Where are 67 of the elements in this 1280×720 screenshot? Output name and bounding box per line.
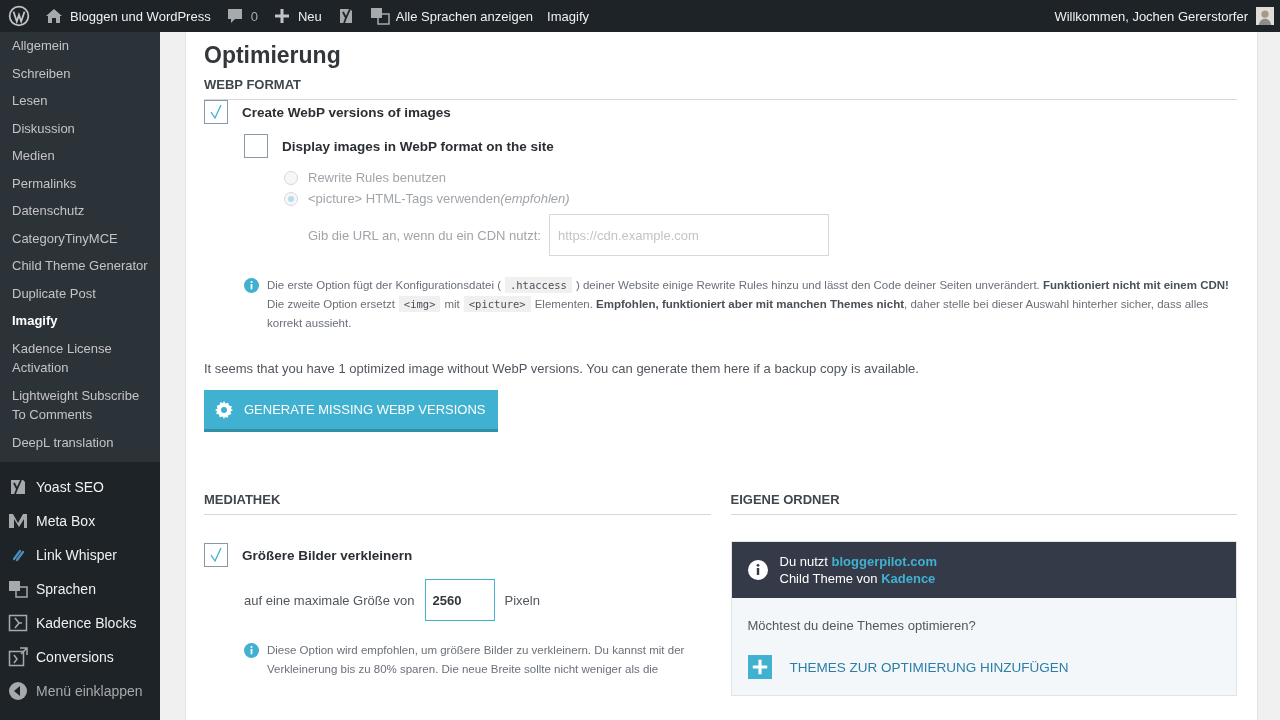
avatar-icon[interactable] xyxy=(1256,7,1274,25)
conversions-icon xyxy=(8,647,28,667)
comments-link[interactable]: 0 xyxy=(224,6,258,26)
page-title: Optimierung xyxy=(204,42,342,69)
question-text: Möchtest du deine Themes optimieren? xyxy=(747,618,977,633)
submenu-item[interactable]: Schreiben xyxy=(0,59,160,87)
collapse-icon xyxy=(8,681,28,701)
section-heading: WEBP FORMAT xyxy=(204,77,1237,100)
translate-icon xyxy=(369,6,390,26)
new-link[interactable]: Neu xyxy=(271,6,322,26)
submenu-item[interactable]: Allgemein xyxy=(0,32,160,60)
info-icon xyxy=(244,278,259,293)
submenu-item[interactable]: DeepL translation xyxy=(0,428,160,456)
yoast-icon xyxy=(8,477,28,497)
theme-info-text: Du nutzt bloggerpilot.com xyxy=(779,554,937,569)
checkbox-label: Create WebP versions of images xyxy=(242,104,451,120)
menu-item[interactable]: Conversions xyxy=(0,640,160,674)
submenu-item[interactable]: Kadence License Activation xyxy=(0,334,160,382)
languages-link[interactable]: Alle Sprachen anzeigen xyxy=(369,6,534,26)
submenu-item[interactable]: Duplicate Post xyxy=(0,279,160,307)
section-heading: MEDIATHEK xyxy=(204,492,711,515)
settings-icon xyxy=(214,399,234,420)
field-label: Gib die URL an, wenn du ein CDN nutzt: xyxy=(308,227,541,243)
submenu-item[interactable]: Datenschutz xyxy=(0,197,160,225)
checkbox[interactable] xyxy=(244,134,268,158)
info-message: It seems that you have 1 optimized image without WebP versions. You can generate them here if a backup copy is available. xyxy=(204,361,920,376)
checkbox[interactable] xyxy=(204,543,228,567)
home-icon xyxy=(44,6,64,26)
submenu-item[interactable]: Permalinks xyxy=(0,169,160,197)
note-text: Diese Option wird empfohlen, um größere Bilder zu verkleinern. Du kannst mit der Verkleinerung bis zu 80% sparen. Die neue Breite sollte nicht weniger als die xyxy=(267,643,686,677)
field-label: auf eine maximale Größe von xyxy=(244,592,415,608)
radio-label: <picture> HTML-Tags verwenden(empfohlen) xyxy=(308,191,570,206)
submenu-item[interactable]: Lightweight Subscribe To Comments xyxy=(0,381,160,429)
checkbox-label: Display images in WebP format on the site xyxy=(282,138,554,154)
theme-info-text: Child Theme von Kadence xyxy=(779,571,937,586)
wordpress-logo-icon[interactable] xyxy=(8,5,30,27)
submenu-item[interactable]: Medien xyxy=(0,142,160,170)
site-name-link[interactable]: Bloggen und WordPress xyxy=(44,6,211,26)
section-heading: EIGENE ORDNER xyxy=(730,492,1237,515)
submenu-item[interactable]: CategoryTinyMCE xyxy=(0,224,160,252)
menu-item[interactable]: Menü einklappen xyxy=(0,674,160,708)
info-icon xyxy=(244,643,259,658)
submenu-item[interactable]: Lesen xyxy=(0,87,160,115)
radio-label: Rewrite Rules benutzen xyxy=(308,170,447,185)
plus-icon xyxy=(747,655,772,679)
submenu-item[interactable]: Imagify xyxy=(0,307,160,335)
checkbox-label: Größere Bilder verkleinern xyxy=(242,547,413,563)
checkbox[interactable] xyxy=(204,100,228,124)
info-icon xyxy=(747,560,768,580)
note-text: Die zweite Option ersetzt <img> mit <picture> Elementen. Empfohlen, funktioniert aber mit manchen Themes nicht, daher stelle bei dieser Auswahl hinterher sicher, dass alles korrekt aussieht. xyxy=(267,295,1210,331)
menu-item[interactable]: Yoast SEO xyxy=(0,470,160,504)
submenu-item[interactable]: Child Theme Generator xyxy=(0,252,160,280)
max-size-field[interactable]: 2560 xyxy=(424,579,495,621)
submenu-item[interactable]: Diskussion xyxy=(0,114,160,142)
unit-label: Pixeln xyxy=(504,592,540,608)
kadence-icon xyxy=(8,613,28,633)
menu-item[interactable]: Meta Box xyxy=(0,504,160,538)
menu-item[interactable]: Link Whisper xyxy=(0,538,160,572)
account-link[interactable]: Willkommen, Jochen Gererstorfer xyxy=(1054,8,1248,24)
translate-icon xyxy=(8,579,28,599)
cdn-url-field[interactable]: https://cdn.example.com xyxy=(548,214,829,256)
imagify-link[interactable]: Imagify xyxy=(547,8,589,24)
menu-item[interactable]: Kadence Blocks xyxy=(0,606,160,640)
note-text: Die erste Option fügt der Konfigurationsdatei ( .htaccess ) deiner Website einige Rewrite Rules hinzu und lässt den Code deiner Seiten unverändert. Funktioniert nicht mit einem CDN! xyxy=(267,276,1230,295)
m-letter-icon xyxy=(8,511,28,531)
menu-item[interactable]: Sprachen xyxy=(0,572,160,606)
add-themes-link[interactable]: THEMES ZUR OPTIMIERUNG HINZUFÜGEN xyxy=(747,655,1220,679)
